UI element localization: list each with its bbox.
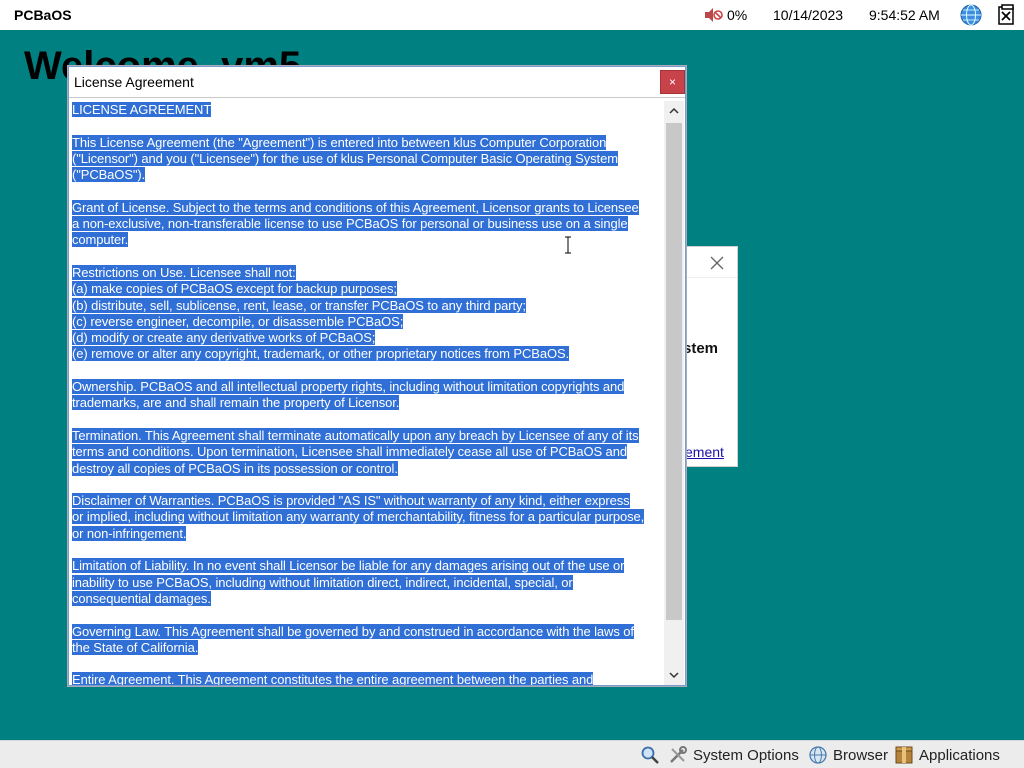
taskbar: System Options Browser Applications	[0, 740, 1024, 768]
license-line: (e) remove or alter any copyright, trade…	[72, 346, 570, 362]
close-button[interactable]: ×	[660, 70, 685, 94]
volume-level: 0%	[727, 7, 748, 23]
license-line: This License Agreement (the "Agreement")…	[72, 134, 607, 150]
license-line: or non-infringement.	[72, 525, 187, 541]
scroll-up-button[interactable]	[664, 101, 684, 121]
package-icon	[895, 746, 913, 764]
dialog-title: License Agreement	[74, 74, 194, 90]
tools-icon	[670, 746, 687, 763]
license-line: Entire Agreement. This Agreement constit…	[72, 672, 593, 685]
text-cursor-icon	[565, 236, 571, 254]
license-line: LICENSE AGREEMENT	[72, 102, 212, 117]
clock: 9:54:52 AM	[869, 7, 940, 23]
license-line: Restrictions on Use. Licensee shall not:	[72, 264, 296, 280]
vertical-scrollbar[interactable]	[664, 101, 684, 685]
browser-label: Browser	[833, 746, 889, 764]
scroll-down-button[interactable]	[664, 665, 684, 685]
license-line: Termination. This Agreement shall termin…	[72, 427, 639, 443]
license-paragraph: LICENSE AGREEMENT	[72, 102, 664, 118]
license-text-area[interactable]: LICENSE AGREEMENT This License Agreement …	[71, 100, 664, 685]
license-link[interactable]: ement	[685, 444, 724, 460]
license-line: Grant of License. Subject to the terms a…	[72, 199, 639, 215]
license-line: (d) modify or create any derivative work…	[72, 330, 376, 346]
license-text: LICENSE AGREEMENT This License Agreement …	[72, 102, 664, 685]
close-icon: ×	[668, 75, 676, 89]
license-agreement-dialog: License Agreement × LICENSE AGREEMENT Thi…	[68, 66, 686, 686]
license-line: (c) reverse engineer, decompile, or disa…	[72, 313, 404, 329]
license-line: ("PCBaOS").	[72, 167, 146, 183]
license-line: inability to use PCBaOS, including witho…	[72, 574, 573, 590]
applications-button[interactable]: Applications	[894, 741, 1000, 768]
applications-label: Applications	[919, 746, 1000, 764]
logout-icon	[998, 4, 1014, 25]
license-paragraph: Limitation of Liability. In no event sha…	[72, 558, 664, 607]
license-line: terms and conditions. Upon termination, …	[72, 444, 627, 460]
logout-button[interactable]	[996, 0, 1016, 30]
license-line: a non-exclusive, non-transferable licens…	[72, 216, 628, 232]
license-line: (a) make copies of PCBaOS except for bac…	[72, 281, 397, 297]
magnifier-icon	[641, 746, 659, 764]
close-icon[interactable]	[709, 255, 725, 271]
license-line: (b) distribute, sell, sublicense, rent, …	[72, 297, 526, 313]
browser-button[interactable]: Browser	[808, 741, 888, 768]
license-line: consequential damages.	[72, 590, 211, 606]
search-button[interactable]	[640, 741, 665, 768]
scroll-thumb[interactable]	[666, 123, 682, 620]
network-button[interactable]	[960, 0, 982, 30]
system-options-button[interactable]: System Options	[668, 741, 799, 768]
muted-speaker-icon	[705, 8, 723, 22]
volume-control[interactable]: 0%	[703, 0, 747, 30]
license-paragraph: Governing Law. This Agreement shall be g…	[72, 623, 664, 657]
license-line: Limitation of Liability. In no event sha…	[72, 558, 625, 574]
license-paragraph: Grant of License. Subject to the terms a…	[72, 199, 664, 249]
license-line: the State of California.	[72, 639, 199, 655]
dialog-titlebar[interactable]: License Agreement ×	[69, 67, 685, 98]
license-line: destroy all copies of PCBaOS in its poss…	[72, 460, 398, 476]
license-paragraph: Restrictions on Use. Licensee shall not:…	[72, 264, 664, 363]
license-line: computer.	[72, 232, 129, 248]
license-paragraph: Disclaimer of Warranties. PCBaOS is prov…	[72, 493, 664, 542]
license-line: ("Licensor") and you ("Licensee") for th…	[72, 150, 618, 166]
os-name: PCBaOS	[14, 7, 72, 23]
browser-globe-icon	[809, 746, 827, 764]
license-line: trademarks, are and shall remain the pro…	[72, 395, 400, 411]
system-options-label: System Options	[693, 746, 799, 764]
dialog-title-fragment: stem	[683, 340, 719, 357]
top-bar: PCBaOS 0% 10/14/2023 9:54:52 AM	[0, 0, 1024, 30]
license-paragraph: Entire Agreement. This Agreement constit…	[72, 672, 664, 685]
date-display: 10/14/2023	[773, 7, 844, 23]
license-line: Ownership. PCBaOS and all intellectual p…	[72, 379, 625, 395]
license-line: Governing Law. This Agreement shall be g…	[72, 623, 634, 639]
chevron-down-icon	[669, 672, 679, 679]
license-line: Disclaimer of Warranties. PCBaOS is prov…	[72, 493, 630, 509]
license-paragraph: This License Agreement (the "Agreement")…	[72, 134, 664, 184]
chevron-up-icon	[669, 107, 679, 114]
license-paragraph: Ownership. PCBaOS and all intellectual p…	[72, 379, 664, 412]
globe-icon	[960, 4, 982, 26]
license-line: or implied, including without limitation…	[72, 509, 645, 525]
license-paragraph: Termination. This Agreement shall termin…	[72, 427, 664, 477]
